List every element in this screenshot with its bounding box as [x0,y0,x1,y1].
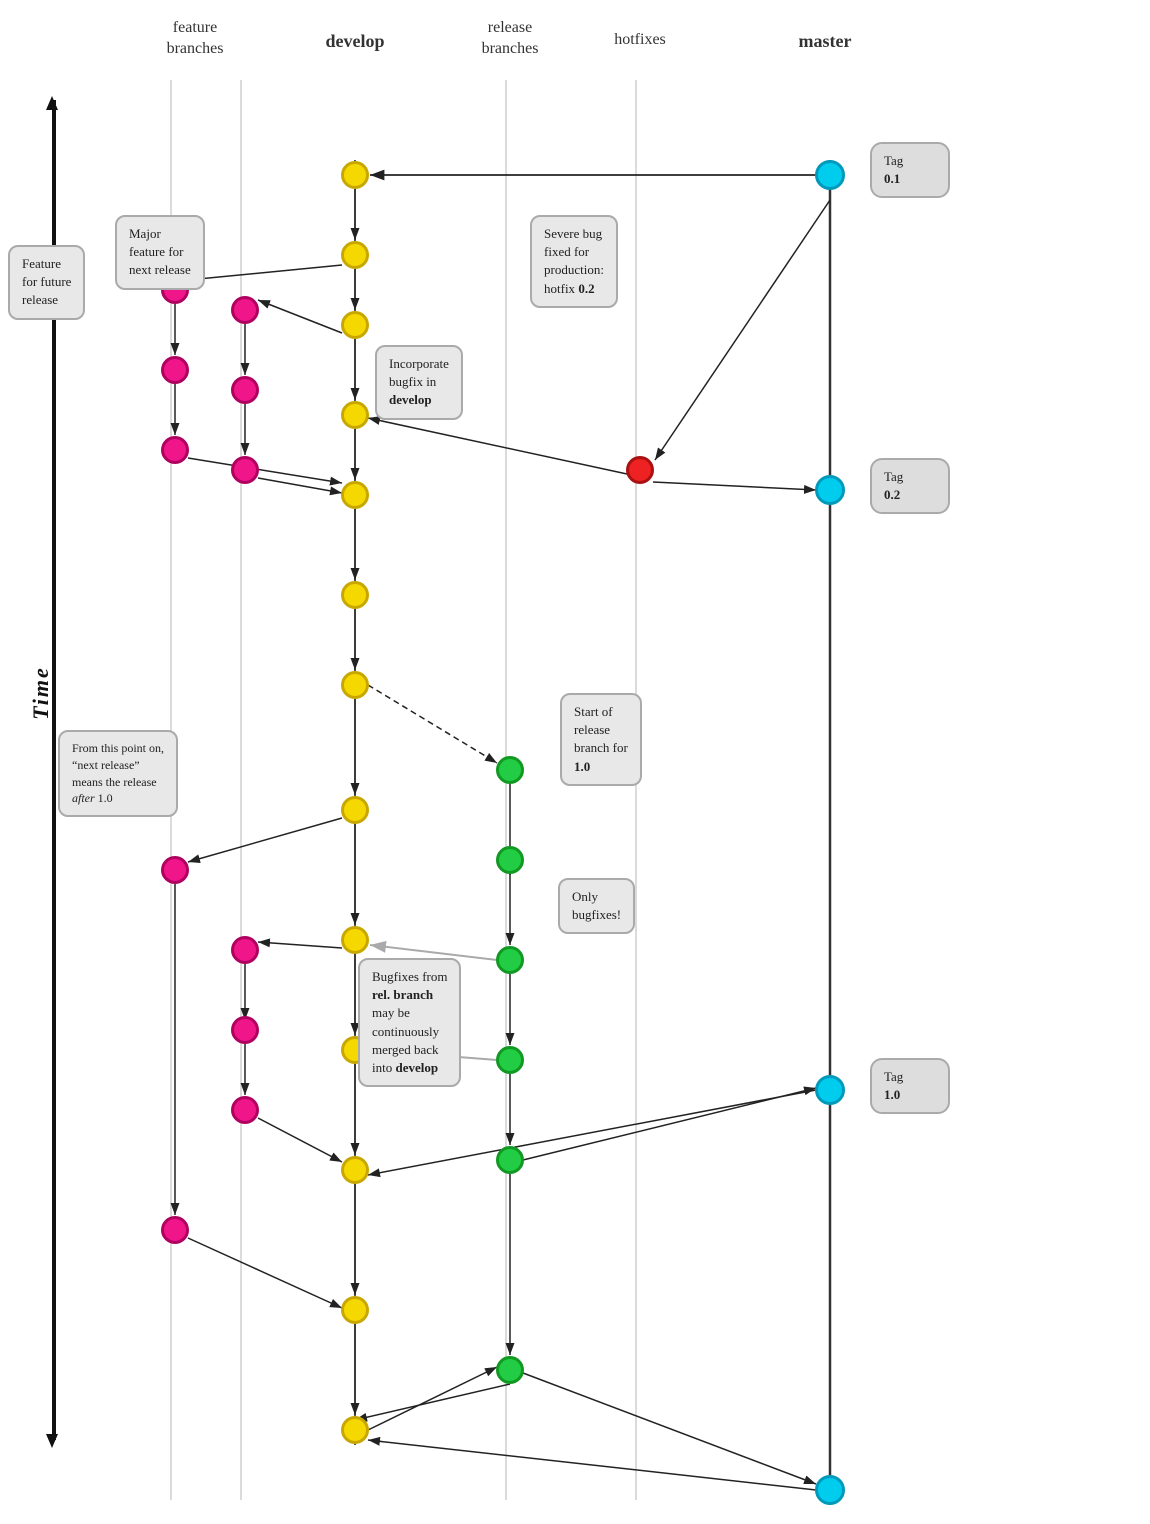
node-master-4 [815,1475,845,1505]
node-master-1 [815,160,845,190]
node-release-4 [496,1046,524,1074]
node-feature2-1 [231,296,259,324]
node-develop-12 [341,1296,369,1324]
node-develop-9 [341,926,369,954]
node-develop-4 [341,401,369,429]
time-arrow-bottom [46,1434,58,1448]
node-feature1-2 [161,356,189,384]
time-label: Time [28,666,54,720]
col-label-develop: develop [305,30,405,53]
callout-only-bugfixes: Onlybugfixes! [558,878,635,934]
diagram: featurebranches develop releasebranches … [0,0,1150,1524]
node-develop-7 [341,671,369,699]
callout-severe-bug: Severe bugfixed forproduction:hotfix 0.2 [530,215,618,308]
node-release-5 [496,1146,524,1174]
node-feature3-3 [231,1016,259,1044]
callout-next-release: From this point on,“next release”means t… [58,730,178,817]
callout-start-release: Start ofreleasebranch for1.0 [560,693,642,786]
callout-incorporate-bugfix: Incorporatebugfix indevelop [375,345,463,420]
node-develop-6 [341,581,369,609]
tag-02-box: Tag0.2 [870,458,950,514]
node-release-2 [496,846,524,874]
lane-feature2 [240,80,242,1500]
callout-major-feature: Majorfeature fornext release [115,215,205,290]
callout-bugfixes-from: Bugfixes fromrel. branchmay becontinuous… [358,958,461,1087]
node-master-3 [815,1075,845,1105]
col-label-hotfixes: hotfixes [590,30,690,51]
node-release-6 [496,1356,524,1384]
node-develop-3 [341,311,369,339]
node-feature3-4 [231,1096,259,1124]
node-release-3 [496,946,524,974]
lane-hotfix [635,80,637,1500]
node-hotfix-1 [626,456,654,484]
node-feature1-3 [161,436,189,464]
tag-02-label: 0.2 [884,487,900,502]
node-develop-1 [341,161,369,189]
tag-10-label: 1.0 [884,1087,900,1102]
node-feature2-3 [231,456,259,484]
node-develop-5 [341,481,369,509]
node-master-2 [815,475,845,505]
col-label-feature: featurebranches [140,18,250,60]
node-feature3-2 [231,936,259,964]
col-label-master: master [780,30,870,53]
node-feature3-5 [161,1216,189,1244]
callout-feature-future: Featurefor futurerelease [8,245,85,320]
col-label-release: releasebranches [445,18,575,60]
node-feature3-1 [161,856,189,884]
tag-01-label: 0.1 [884,171,900,186]
node-release-1 [496,756,524,784]
node-develop-2 [341,241,369,269]
time-arrow-top [46,96,58,110]
tag-01-box: Tag0.1 [870,142,950,198]
node-develop-13 [341,1416,369,1444]
node-develop-11 [341,1156,369,1184]
node-feature2-2 [231,376,259,404]
node-develop-8 [341,796,369,824]
tag-10-box: Tag1.0 [870,1058,950,1114]
lane-release [505,80,507,1500]
